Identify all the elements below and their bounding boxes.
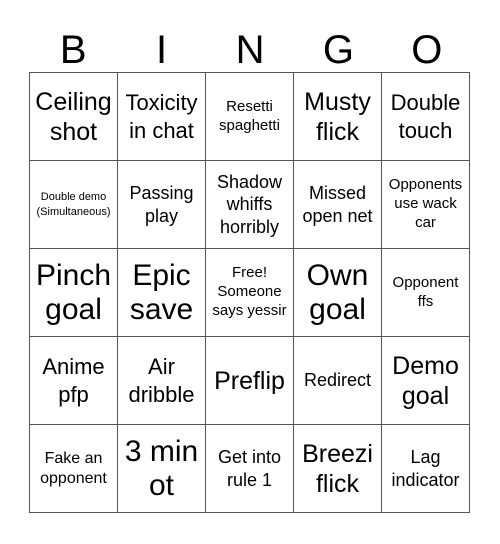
header-letter-i: I	[156, 28, 168, 72]
bingo-cell[interactable]: Lag indicator	[382, 425, 470, 513]
bingo-cell[interactable]: Opponents use wack car	[382, 161, 470, 249]
bingo-cell[interactable]: Toxicity in chat	[118, 73, 206, 161]
header-letter-n: N	[235, 28, 265, 72]
bingo-cell[interactable]: Double touch	[382, 73, 470, 161]
bingo-header: B I N G O	[29, 28, 471, 72]
bingo-cell[interactable]: Anime pfp	[30, 337, 118, 425]
bingo-cell[interactable]: Shadow whiffs horribly	[206, 161, 294, 249]
bingo-grid: Ceiling shot Toxicity in chat Resetti sp…	[29, 72, 470, 513]
bingo-cell[interactable]: Fake an opponent	[30, 425, 118, 513]
header-letter-g: G	[322, 28, 354, 72]
bingo-cell[interactable]: Opponent ffs	[382, 249, 470, 337]
bingo-cell[interactable]: Double demo (Simultaneous)	[30, 161, 118, 249]
bingo-cell[interactable]: Missed open net	[294, 161, 382, 249]
bingo-cell[interactable]: Epic save	[118, 249, 206, 337]
header-letter-o: O	[411, 28, 443, 72]
bingo-cell[interactable]: Demo goal	[382, 337, 470, 425]
header-letter-b: B	[59, 28, 87, 72]
bingo-cell[interactable]: Get into rule 1	[206, 425, 294, 513]
bingo-cell[interactable]: Own goal	[294, 249, 382, 337]
bingo-cell[interactable]: Resetti spaghetti	[206, 73, 294, 161]
bingo-cell[interactable]: Preflip	[206, 337, 294, 425]
bingo-cell[interactable]: Redirect	[294, 337, 382, 425]
bingo-cell[interactable]: Passing play	[118, 161, 206, 249]
bingo-cell[interactable]: Musty flick	[294, 73, 382, 161]
bingo-cell[interactable]: 3 min ot	[118, 425, 206, 513]
bingo-cell[interactable]: Ceiling shot	[30, 73, 118, 161]
bingo-cell[interactable]: Air dribble	[118, 337, 206, 425]
bingo-cell[interactable]: Pinch goal	[30, 249, 118, 337]
bingo-cell[interactable]: Breezi flick	[294, 425, 382, 513]
bingo-cell free-space[interactable]: Free! Someone says yessir	[206, 249, 294, 337]
